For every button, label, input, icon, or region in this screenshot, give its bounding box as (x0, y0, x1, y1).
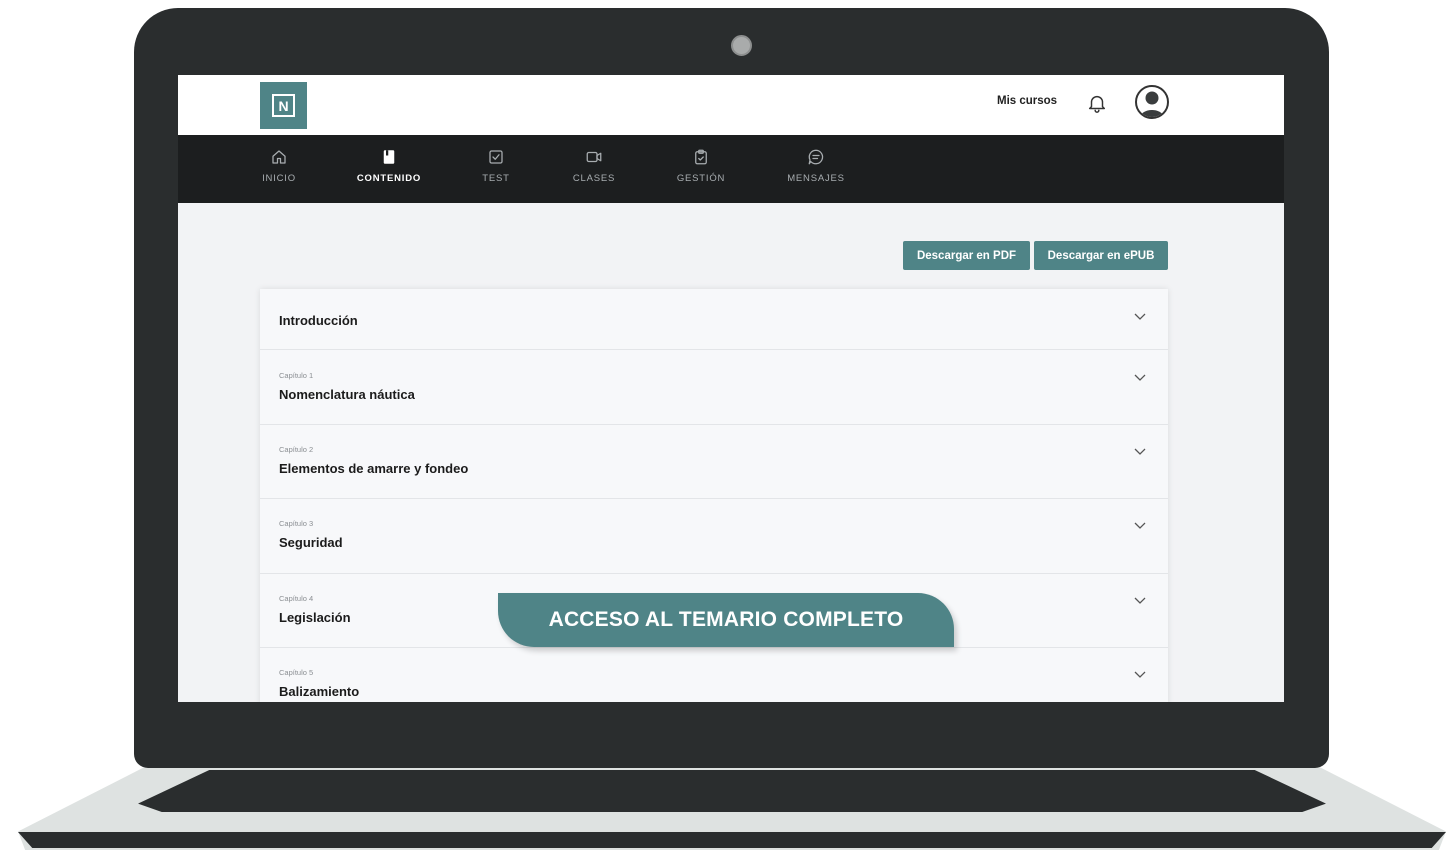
chevron-down-icon (1134, 597, 1146, 604)
checkbox-icon (489, 150, 503, 164)
accordion-item[interactable]: Capítulo 2 Elementos de amarre y fondeo (260, 425, 1168, 499)
chat-icon (808, 149, 824, 165)
chapter-number: Capítulo 2 (279, 445, 314, 454)
my-courses-link[interactable]: Mis cursos (997, 95, 1057, 107)
brand-logo[interactable]: N (260, 82, 307, 129)
chevron-down-icon (1134, 313, 1146, 320)
laptop-keyboard-deck (138, 770, 1326, 812)
bell-icon[interactable] (1086, 92, 1108, 114)
accordion-title: Nomenclatura náutica (279, 387, 415, 402)
accordion-title: Seguridad (279, 535, 343, 550)
chapter-number: Capítulo 3 (279, 519, 314, 528)
nav-label: INICIO (262, 173, 296, 184)
logo-letter: N (272, 94, 295, 117)
chapter-number: Capítulo 1 (279, 371, 314, 380)
home-icon (272, 150, 286, 164)
clipboard-icon (695, 149, 707, 165)
accordion-item[interactable]: Introducción (260, 289, 1168, 350)
nav-label: CLASES (572, 173, 616, 184)
download-pdf-button[interactable]: Descargar en PDF (903, 241, 1030, 270)
accordion-title: Balizamiento (279, 684, 360, 699)
nav-clases[interactable]: CLASES (572, 135, 616, 203)
laptop-base-lip (18, 832, 1446, 848)
chapter-number: Capítulo 5 (279, 668, 314, 677)
webcam (731, 35, 752, 56)
nav-label: GESTIÓN (676, 173, 726, 184)
book-icon (383, 150, 395, 164)
chapter-number: Capítulo 4 (279, 594, 314, 603)
nav-test[interactable]: TEST (481, 135, 511, 203)
accordion-title: Legislación (279, 610, 351, 625)
nav-inicio[interactable]: INICIO (260, 135, 298, 203)
nav-label: TEST (482, 173, 510, 184)
download-epub-button[interactable]: Descargar en ePUB (1034, 241, 1168, 270)
chevron-down-icon (1134, 522, 1146, 529)
accordion-title: Elementos de amarre y fondeo (279, 461, 469, 476)
nav-gestion[interactable]: GESTIÓN (677, 135, 725, 203)
user-avatar[interactable] (1135, 85, 1169, 119)
chevron-down-icon (1134, 671, 1146, 678)
accordion-title: Introducción (279, 313, 358, 328)
top-bar: N Mis cursos (178, 75, 1284, 135)
user-icon (1139, 91, 1165, 117)
nav-mensajes[interactable]: MENSAJES (787, 135, 845, 203)
nav-label: CONTENIDO (356, 173, 422, 184)
video-icon (586, 151, 602, 163)
accordion-item[interactable]: Capítulo 3 Seguridad (260, 499, 1168, 574)
accordion-item[interactable]: Capítulo 1 Nomenclatura náutica (260, 350, 1168, 425)
main-nav: INICIO CONTENIDO TEST CLASES GESTIÓN MEN… (178, 135, 1284, 203)
chevron-down-icon (1134, 448, 1146, 455)
accordion-item[interactable]: Capítulo 5 Balizamiento (260, 648, 1168, 702)
nav-label: MENSAJES (787, 173, 845, 184)
promo-banner: ACCESO AL TEMARIO COMPLETO (498, 593, 954, 647)
chevron-down-icon (1134, 374, 1146, 381)
nav-contenido[interactable]: CONTENIDO (356, 135, 422, 203)
